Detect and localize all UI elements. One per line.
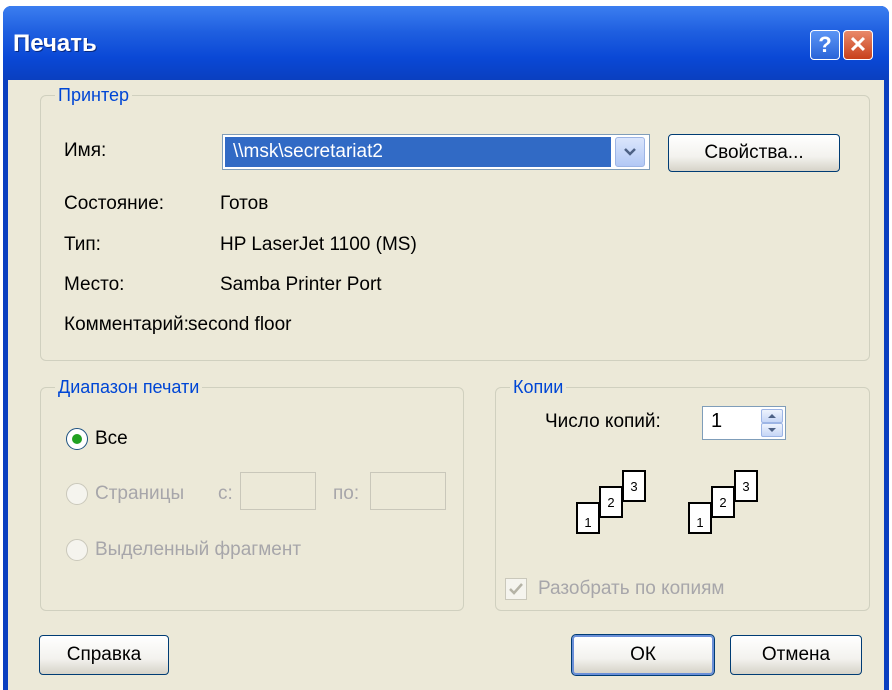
spin-down-icon[interactable] bbox=[761, 423, 783, 437]
print-dialog: Печать ? ✕ Принтер Имя: \\msk\secretaria… bbox=[3, 6, 889, 690]
printer-name-label: Имя: bbox=[64, 140, 107, 161]
range-to-field[interactable] bbox=[370, 472, 446, 510]
copies-count-value: 1 bbox=[711, 410, 723, 432]
range-selection-radio[interactable] bbox=[66, 539, 88, 561]
where-value: Samba Printer Port bbox=[220, 274, 382, 295]
checkmark-icon bbox=[509, 583, 523, 595]
comment-label: Комментарий: bbox=[64, 314, 189, 335]
page-icon: 2 bbox=[599, 486, 623, 518]
help-button-label: Справка bbox=[66, 644, 142, 665]
help-icon[interactable]: ? bbox=[810, 30, 840, 60]
page-number: 3 bbox=[742, 479, 750, 494]
page-number: 2 bbox=[719, 495, 727, 510]
cancel-button[interactable]: Отмена bbox=[730, 635, 862, 675]
page-number: 1 bbox=[696, 515, 704, 530]
range-selection-label[interactable]: Выделенный фрагмент bbox=[95, 539, 301, 561]
status-value: Готов bbox=[220, 193, 269, 214]
range-to-label: по: bbox=[333, 483, 360, 504]
page-number: 2 bbox=[607, 495, 615, 510]
page-number: 1 bbox=[584, 515, 592, 530]
page-icon: 2 bbox=[711, 486, 735, 518]
where-label: Место: bbox=[64, 274, 125, 295]
ok-button[interactable]: ОК bbox=[571, 634, 715, 676]
properties-button[interactable]: Свойства... bbox=[668, 134, 840, 172]
page-number: 3 bbox=[630, 479, 638, 494]
page-icon: 1 bbox=[576, 502, 600, 534]
printer-group-legend: Принтер bbox=[55, 85, 133, 106]
range-all-radio[interactable] bbox=[66, 428, 88, 450]
comment-value: second floor bbox=[188, 314, 292, 335]
copies-legend: Копии bbox=[510, 377, 567, 398]
type-value: HP LaserJet 1100 (MS) bbox=[220, 234, 417, 255]
chevron-down-icon[interactable] bbox=[615, 137, 645, 167]
radio-selected-dot bbox=[72, 434, 82, 444]
range-from-field[interactable] bbox=[240, 472, 316, 510]
title-bar[interactable]: Печать ? ✕ bbox=[3, 6, 889, 80]
status-label: Состояние: bbox=[64, 193, 165, 214]
properties-button-label: Свойства... bbox=[704, 142, 804, 163]
dialog-body: Принтер Имя: \\msk\secretariat2 Свойства… bbox=[8, 80, 884, 690]
copies-spin-buttons[interactable] bbox=[761, 409, 783, 437]
copies-count-label: Число копий: bbox=[545, 411, 661, 432]
collate-checkbox[interactable] bbox=[505, 578, 527, 600]
printer-name-value: \\msk\secretariat2 bbox=[225, 137, 611, 167]
dialog-title: Печать bbox=[13, 30, 97, 57]
range-pages-radio[interactable] bbox=[66, 483, 88, 505]
page-icon: 3 bbox=[622, 470, 646, 502]
range-from-label: с: bbox=[218, 483, 233, 504]
help-button[interactable]: Справка bbox=[39, 635, 169, 675]
printer-name-select[interactable]: \\msk\secretariat2 bbox=[222, 134, 650, 170]
page-icon: 1 bbox=[688, 502, 712, 534]
copies-count-spinner[interactable]: 1 bbox=[702, 406, 786, 440]
ok-button-label: ОК bbox=[630, 644, 656, 665]
type-label: Тип: bbox=[64, 234, 101, 255]
collate-label[interactable]: Разобрать по копиям bbox=[538, 578, 724, 600]
spin-up-icon[interactable] bbox=[761, 409, 783, 423]
print-range-legend: Диапазон печати bbox=[55, 377, 203, 398]
range-pages-label[interactable]: Страницы bbox=[95, 483, 184, 505]
range-all-label[interactable]: Все bbox=[95, 428, 128, 450]
close-icon[interactable]: ✕ bbox=[843, 30, 873, 60]
cancel-button-label: Отмена bbox=[761, 644, 831, 665]
page-icon: 3 bbox=[734, 470, 758, 502]
